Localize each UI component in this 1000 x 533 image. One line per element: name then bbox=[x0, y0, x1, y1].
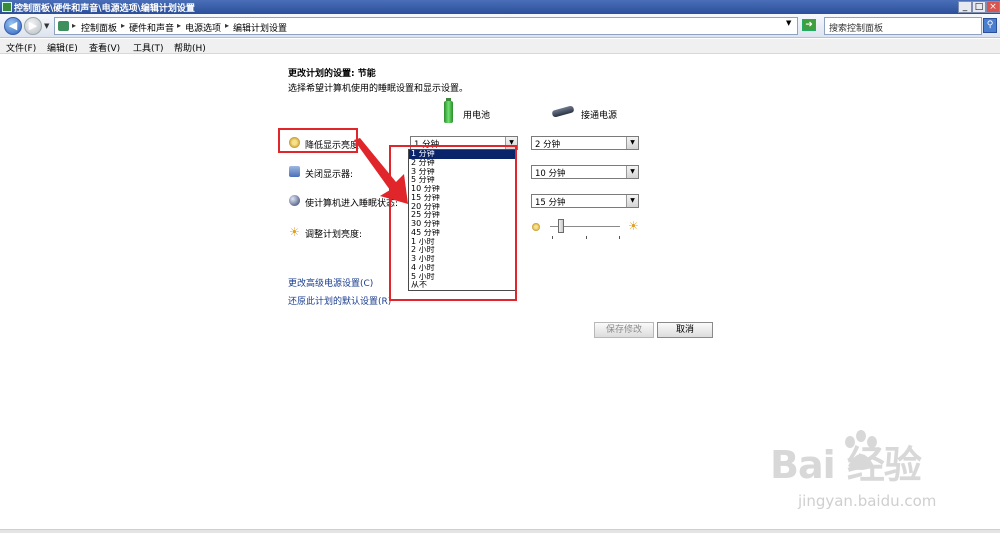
search-input[interactable]: 搜索控制面板 bbox=[824, 17, 982, 35]
sleep-plugged-select[interactable]: 15 分钟 ▼ bbox=[531, 194, 639, 208]
control-panel-icon bbox=[58, 21, 69, 31]
advanced-power-settings-link[interactable]: 更改高级电源设置(C) bbox=[288, 276, 373, 289]
brightness-sun-icon: ☀ bbox=[289, 225, 300, 239]
select-value: 15 分钟 bbox=[535, 198, 566, 208]
control-panel-icon bbox=[2, 2, 12, 12]
select-value: 10 分钟 bbox=[535, 169, 566, 179]
search-icon[interactable]: ⚲ bbox=[983, 18, 997, 33]
brightness-slider-thumb[interactable] bbox=[557, 219, 564, 233]
breadcrumb-item[interactable]: 电源选项 bbox=[185, 21, 221, 34]
page-title: 更改计划的设置: 节能 bbox=[288, 69, 376, 79]
turn-off-display-plugged-select[interactable]: 10 分钟 ▼ bbox=[531, 165, 639, 179]
page-subtitle: 选择希望计算机使用的睡眠设置和显示设置。 bbox=[288, 84, 469, 94]
sleep-moon-icon bbox=[289, 195, 300, 206]
breadcrumb-item[interactable]: 控制面板 bbox=[81, 21, 117, 34]
paw-logo-icon bbox=[845, 430, 877, 470]
slider-tick bbox=[586, 236, 587, 239]
select-value: 2 分钟 bbox=[535, 140, 561, 150]
battery-icon bbox=[444, 98, 453, 123]
menu-help[interactable]: 帮助(H) bbox=[174, 41, 206, 54]
forward-button[interactable]: ▶ bbox=[24, 17, 42, 35]
annotation-arrow bbox=[354, 138, 408, 204]
status-bar bbox=[0, 529, 1000, 533]
address-bar: ◀ ▶ ▼ ▸ 控制面板 ▸ 硬件和声音 ▸ 电源选项 ▸ 编辑计划设置 ▼ ➜… bbox=[0, 14, 1000, 38]
close-button[interactable]: × bbox=[986, 1, 1000, 13]
menu-view[interactable]: 查看(V) bbox=[89, 41, 120, 54]
breadcrumb[interactable]: ▸ 控制面板 ▸ 硬件和声音 ▸ 电源选项 ▸ 编辑计划设置 bbox=[54, 17, 798, 35]
menu-tools[interactable]: 工具(T) bbox=[133, 41, 164, 54]
chevron-down-icon[interactable]: ▼ bbox=[626, 166, 638, 178]
breadcrumb-item[interactable]: 硬件和声音 bbox=[129, 21, 174, 34]
recent-pages-chevron-icon[interactable]: ▼ bbox=[44, 22, 49, 30]
menu-bar: 文件(F) 编辑(E) 查看(V) 工具(T) 帮助(H) bbox=[0, 39, 1000, 54]
slider-tick bbox=[552, 236, 553, 239]
high-brightness-icon: ☀ bbox=[628, 219, 639, 233]
slider-tick bbox=[619, 236, 620, 239]
back-button[interactable]: ◀ bbox=[4, 17, 22, 35]
cancel-button[interactable]: 取消 bbox=[657, 322, 713, 338]
annotation-highlight-box bbox=[278, 128, 358, 153]
search-placeholder: 搜索控制面板 bbox=[829, 24, 884, 34]
baidu-watermark: Bai 经验 jingyan.baidu.com bbox=[760, 428, 1000, 518]
chevron-right-icon: ▸ bbox=[177, 21, 182, 30]
chevron-down-icon[interactable]: ▼ bbox=[626, 137, 638, 149]
breadcrumb-item[interactable]: 编辑计划设置 bbox=[233, 21, 287, 34]
turn-off-display-label: 关闭显示器: bbox=[305, 170, 354, 180]
chevron-right-icon: ▸ bbox=[225, 21, 230, 30]
address-dropdown-icon[interactable]: ▼ bbox=[786, 19, 791, 27]
window-title: 控制面板\硬件和声音\电源选项\编辑计划设置 bbox=[14, 4, 195, 14]
chevron-right-icon: ▸ bbox=[121, 21, 126, 30]
watermark-url: jingyan.baidu.com bbox=[798, 492, 937, 510]
plan-brightness-label: 调整计划亮度: bbox=[305, 230, 363, 240]
column-header-battery: 用电池 bbox=[463, 111, 491, 121]
maximize-button[interactable]: □ bbox=[972, 1, 986, 13]
power-plug-icon bbox=[551, 105, 575, 118]
chevron-right-icon: ▸ bbox=[72, 21, 77, 30]
low-brightness-icon bbox=[532, 223, 540, 231]
title-bar: 控制面板\硬件和声音\电源选项\编辑计划设置 _ □ × bbox=[0, 0, 1000, 14]
menu-file[interactable]: 文件(F) bbox=[6, 41, 36, 54]
restore-defaults-link[interactable]: 还原此计划的默认设置(R) bbox=[288, 294, 391, 307]
chevron-down-icon[interactable]: ▼ bbox=[626, 195, 638, 207]
dim-display-plugged-select[interactable]: 2 分钟 ▼ bbox=[531, 136, 639, 150]
monitor-icon bbox=[289, 166, 300, 177]
refresh-icon[interactable]: ➜ bbox=[802, 19, 816, 31]
column-header-plugged-in: 接通电源 bbox=[581, 111, 618, 121]
minimize-button[interactable]: _ bbox=[958, 1, 972, 13]
menu-edit[interactable]: 编辑(E) bbox=[47, 41, 78, 54]
save-changes-button[interactable]: 保存修改 bbox=[594, 322, 654, 338]
